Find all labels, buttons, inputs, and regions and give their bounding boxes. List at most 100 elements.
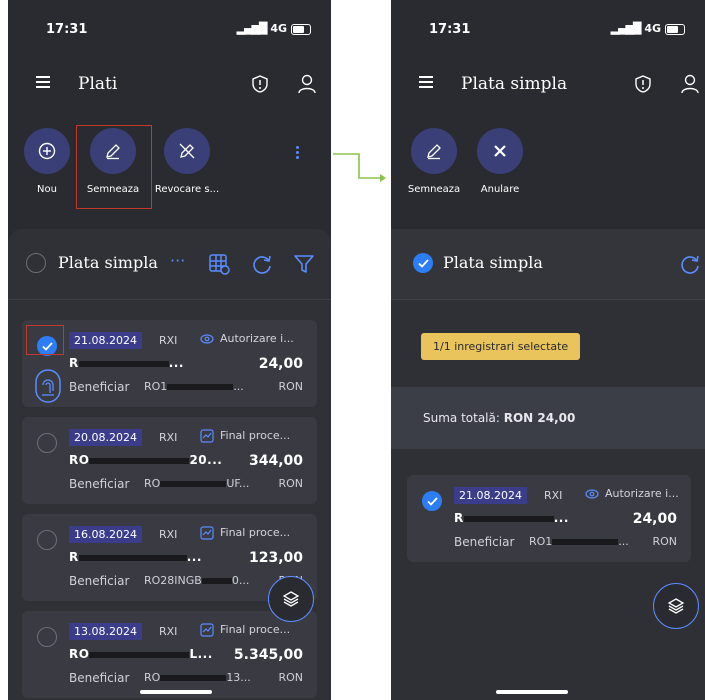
beneficiary-label: Beneficiar	[69, 671, 130, 685]
close-icon	[477, 128, 523, 174]
chart-status-icon	[200, 429, 214, 443]
status-time: 17:31	[429, 22, 471, 37]
action-bar: Nou Semneaza Revocare s...	[8, 128, 331, 216]
highlight-box	[26, 325, 64, 355]
refresh-icon[interactable]	[679, 253, 701, 275]
menu-icon[interactable]	[419, 76, 433, 88]
cancel-button[interactable]: Anulare	[461, 128, 539, 195]
page-title: Plata simpla	[461, 74, 568, 94]
payment-amount: 123,00	[248, 550, 303, 566]
select-all-radio[interactable]	[26, 253, 46, 273]
payment-sheet: Plata simpla ··· 21.08.2024 RXI Autoriza…	[8, 229, 331, 700]
app-bar: Plati	[8, 62, 331, 110]
payment-card[interactable]: 21.08.2024 RXI Autorizare i... R... 24,0…	[407, 475, 691, 562]
section-header: Plata simpla ···	[8, 229, 331, 300]
chart-status-icon	[200, 526, 214, 540]
refresh-icon[interactable]	[251, 253, 273, 275]
signal-icon: ▂▄▆█	[236, 22, 268, 35]
section-header: Plata simpla	[391, 229, 705, 300]
checkbox-unchecked[interactable]	[37, 433, 57, 453]
action-bar: Semneaza Anulare	[391, 128, 705, 216]
network-type: 4G	[270, 22, 287, 35]
shield-alert-icon[interactable]	[252, 75, 268, 93]
beneficiary-account: RO UF...	[144, 477, 250, 490]
payment-currency: RON	[278, 671, 303, 684]
layers-icon	[282, 591, 300, 607]
app-bar: Plata simpla	[391, 62, 705, 110]
payment-currency: RON	[278, 380, 303, 393]
payment-status: Autorizare i...	[200, 332, 294, 346]
checkbox-checked[interactable]	[422, 491, 442, 511]
filter-icon[interactable]	[293, 253, 315, 275]
menu-icon[interactable]	[36, 76, 50, 88]
pen-icon	[411, 128, 457, 174]
home-indicator	[140, 690, 212, 694]
beneficiary-account: RO 13...	[144, 671, 251, 684]
eye-icon	[585, 489, 599, 499]
shield-alert-icon[interactable]	[635, 75, 651, 93]
payment-date: 21.08.2024	[69, 332, 142, 349]
section-title: Plata simpla	[443, 253, 543, 272]
payment-type: RXI	[159, 625, 178, 638]
payment-card[interactable]: 21.08.2024 RXI Autorizare i... R... 24,0…	[22, 320, 317, 407]
section-title: Plata simpla	[58, 253, 158, 272]
payment-status: Final proce...	[200, 429, 290, 443]
status-network: ▂▄▆█ 4G	[237, 22, 311, 35]
checkbox-unchecked[interactable]	[37, 530, 57, 550]
signal-icon: ▂▄▆█	[610, 22, 642, 35]
payment-account: RO L...	[69, 647, 213, 661]
payment-type: RXI	[159, 528, 178, 541]
payment-amount: 344,00	[248, 453, 303, 469]
payment-currency: RON	[278, 477, 303, 490]
payment-type: RXI	[544, 489, 563, 502]
payments-screen: 17:31 ▂▄▆█ 4G Plati Nou Semneaza Revocar…	[8, 0, 331, 700]
beneficiary-label: Beneficiar	[69, 477, 130, 491]
network-type: 4G	[644, 22, 661, 35]
chart-status-icon	[200, 623, 214, 637]
payment-amount: 5.345,00	[233, 647, 303, 663]
status-bar: 17:31 ▂▄▆█ 4G	[8, 14, 331, 44]
table-settings-icon[interactable]	[208, 253, 230, 275]
beneficiary-account: RO28INGB 0...	[144, 574, 250, 587]
total-sum-label: Suma totală:	[423, 411, 504, 425]
fingerprint-sign-icon	[35, 369, 61, 403]
more-options-icon[interactable]	[296, 144, 302, 161]
payment-sheet: Plata simpla 1/1 inregistrari selectate …	[391, 229, 705, 700]
payment-date: 16.08.2024	[69, 526, 142, 543]
page-title: Plati	[78, 74, 118, 94]
payment-date: 13.08.2024	[69, 623, 142, 640]
action-label: Anulare	[480, 184, 520, 195]
beneficiary-label: Beneficiar	[69, 380, 130, 394]
payment-card[interactable]: 13.08.2024 RXI Final proce... RO L... 5.3…	[22, 611, 317, 698]
plus-circle-icon	[24, 128, 70, 174]
checkbox-unchecked[interactable]	[37, 627, 57, 647]
layers-fab[interactable]	[268, 576, 314, 622]
select-all-checkbox[interactable]	[413, 253, 433, 273]
beneficiary-label: Beneficiar	[69, 574, 130, 588]
total-sum-value: RON 24,00	[503, 411, 576, 425]
selected-count-badge: 1/1 inregistrari selectate	[421, 333, 581, 360]
highlight-box	[76, 125, 152, 209]
total-sum-band: Suma totală: RON 24,00	[391, 387, 705, 449]
payment-amount: 24,00	[258, 356, 303, 372]
layers-fab[interactable]	[653, 583, 699, 629]
payment-date: 20.08.2024	[69, 429, 142, 446]
user-icon[interactable]	[298, 74, 316, 94]
payment-account: R...	[454, 511, 569, 525]
status-network: ▂▄▆█ 4G	[611, 22, 685, 35]
revoke-sign-button[interactable]: Revocare s...	[148, 128, 226, 195]
payment-type: RXI	[159, 334, 178, 347]
status-bar: 17:31 ▂▄▆█ 4G	[391, 14, 705, 44]
payment-status: Final proce...	[200, 526, 290, 540]
payment-date: 21.08.2024	[454, 487, 527, 504]
payment-card[interactable]: 20.08.2024 RXI Final proce... RO 20... 34…	[22, 417, 317, 504]
battery-icon	[665, 23, 685, 35]
user-icon[interactable]	[681, 74, 699, 94]
beneficiary-account: RO1...	[529, 535, 629, 548]
pen-off-icon	[164, 128, 210, 174]
section-more-icon[interactable]: ···	[170, 251, 185, 270]
home-indicator	[496, 690, 568, 694]
payment-currency: RON	[652, 535, 677, 548]
beneficiary-label: Beneficiar	[454, 535, 515, 549]
payment-type: RXI	[159, 431, 178, 444]
